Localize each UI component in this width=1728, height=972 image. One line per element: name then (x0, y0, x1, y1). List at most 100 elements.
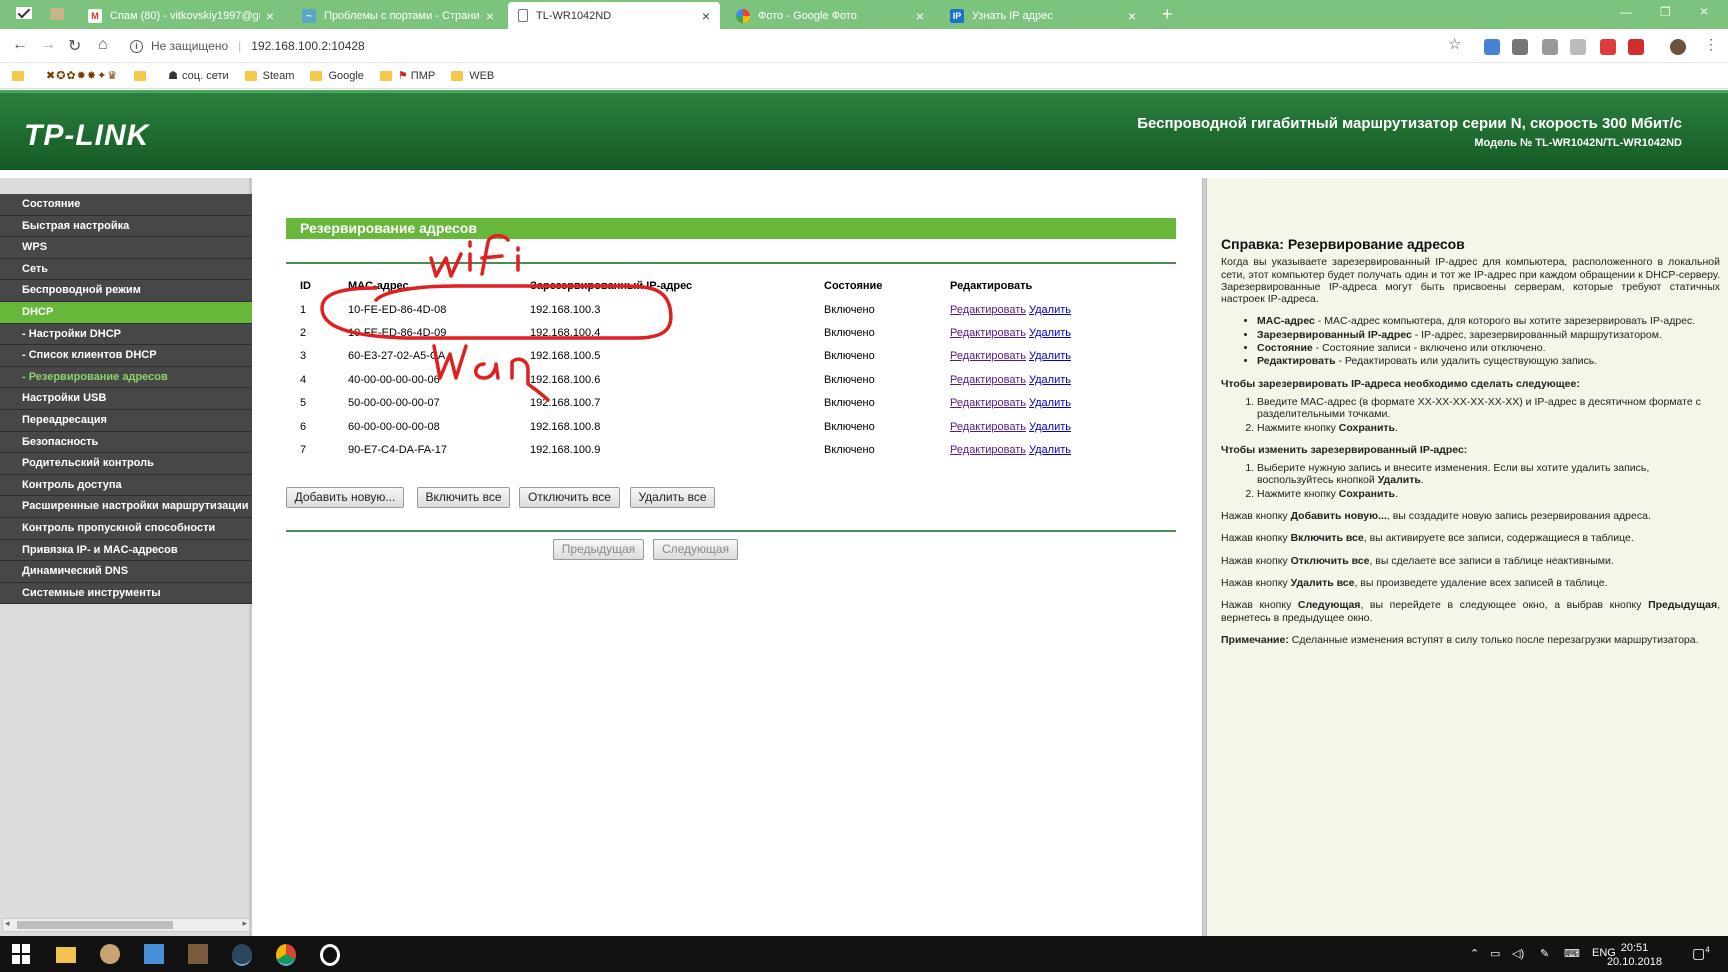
close-icon[interactable]: × (702, 8, 710, 24)
steam-icon[interactable] (232, 944, 252, 966)
reload-icon[interactable]: ↻ (68, 36, 81, 56)
bookmark-item[interactable]: ☗ соц. сети (168, 69, 228, 83)
minimize-icon[interactable]: — (1620, 5, 1632, 19)
tab-forum[interactable]: ~ Проблемы с портами - Страни × (292, 3, 504, 29)
app-shortcut-icon[interactable] (50, 8, 64, 20)
row-state: Включено (824, 327, 875, 340)
media-icon[interactable] (320, 944, 340, 966)
edit-link[interactable]: Редактировать (950, 444, 1026, 456)
url-text[interactable]: 192.168.100.2:10428 (251, 39, 364, 53)
keyboard-icon[interactable]: ⌨ (1564, 947, 1580, 960)
tab-gmail[interactable]: M Спам (80) - vitkovskiy1997@gm × (78, 3, 284, 29)
delete-link[interactable]: Удалить (1029, 421, 1071, 433)
game-icon[interactable] (188, 944, 208, 964)
scroll-left-icon[interactable]: ◂ (5, 918, 10, 929)
bookmark-item[interactable]: WEB (451, 70, 494, 82)
clock[interactable]: 20:51 20.10.2018 (1607, 941, 1662, 969)
close-icon[interactable]: × (266, 8, 274, 24)
avatar[interactable] (1670, 39, 1686, 55)
scroll-right-icon[interactable]: ▸ (242, 918, 247, 929)
bookmark-folder[interactable] (12, 70, 30, 81)
sidebar-item[interactable]: Быстрая настройка (0, 215, 252, 238)
address-bar[interactable]: i Не защищено | 192.168.100.2:10428 (130, 35, 1470, 57)
home-icon[interactable]: ⌂ (98, 36, 108, 54)
sidebar-item[interactable]: Контроль пропускной способности (0, 517, 252, 540)
pen-icon[interactable]: ✎ (1540, 947, 1549, 960)
next-button[interactable]: Следующая (653, 539, 738, 560)
pocket-extension-icon[interactable] (1600, 39, 1616, 55)
new-tab-icon[interactable]: + (1162, 4, 1173, 25)
sidebar-item[interactable]: Переадресация (0, 409, 252, 432)
close-icon[interactable]: × (486, 8, 494, 24)
restore-icon[interactable]: ❐ (1660, 5, 1671, 19)
sidebar-item[interactable]: Состояние (0, 194, 252, 216)
sidebar-item[interactable]: Сеть (0, 258, 252, 281)
sidebar-item[interactable]: Системные инструменты (0, 582, 252, 605)
sidebar-item[interactable]: DHCP (0, 301, 252, 324)
chrome-icon[interactable] (276, 944, 296, 966)
close-icon[interactable]: × (1128, 8, 1136, 24)
delete-link[interactable]: Удалить (1029, 444, 1071, 456)
sidebar-item[interactable]: Настройки USB (0, 388, 252, 410)
edit-link[interactable]: Редактировать (950, 327, 1026, 339)
info-icon[interactable]: i (130, 39, 143, 53)
bookmark-item[interactable]: Steam (244, 70, 294, 82)
edit-link[interactable]: Редактировать (950, 421, 1026, 433)
menu-kebab-icon[interactable]: ⋮ (1704, 36, 1718, 53)
tray-chevron-icon[interactable]: ⌃ (1470, 947, 1479, 960)
sidebar-item[interactable]: Беспроводной режим (0, 280, 252, 302)
edit-link[interactable]: Редактировать (950, 304, 1026, 316)
store-icon[interactable] (144, 944, 164, 964)
delete-link[interactable]: Удалить (1029, 397, 1071, 409)
edit-link[interactable]: Редактировать (950, 350, 1026, 362)
add-new-button[interactable]: Добавить новую... (286, 487, 404, 508)
notification-icon[interactable]: ▢4 (1692, 945, 1710, 962)
pdf-extension-icon[interactable] (1628, 39, 1644, 55)
bookmark-icons-group[interactable]: ✖✪✿✹✸✦♛ (46, 69, 118, 82)
sidebar-item[interactable]: WPS (0, 237, 252, 259)
bookmark-item[interactable]: Google (310, 70, 364, 82)
translate-extension-icon[interactable] (1484, 39, 1500, 55)
sidebar-item[interactable]: Расширенные настройки маршрутизации (0, 496, 252, 518)
delete-link[interactable]: Удалить (1029, 374, 1071, 386)
disable-all-button[interactable]: Отключить все (519, 487, 620, 508)
close-icon[interactable]: × (916, 8, 924, 24)
delete-link[interactable]: Удалить (1029, 350, 1071, 362)
sidebar-item[interactable]: - Резервирование адресов (0, 366, 252, 389)
enable-all-button[interactable]: Включить все (417, 487, 510, 508)
sidebar-item[interactable]: Контроль доступа (0, 474, 252, 497)
edit-link[interactable]: Редактировать (950, 397, 1026, 409)
back-icon[interactable]: ← (12, 36, 28, 54)
delete-link[interactable]: Удалить (1029, 327, 1071, 339)
extension-icon[interactable] (1512, 39, 1528, 55)
sidebar-item[interactable]: Привязка IP- и MAC-адресов (0, 539, 252, 562)
sidebar-item[interactable]: Родительский контроль (0, 453, 252, 475)
tab-router[interactable]: TL-WR1042ND × (508, 2, 720, 29)
column-header-id: ID (300, 280, 311, 292)
sidebar-item[interactable]: - Настройки DHCP (0, 323, 252, 346)
link-extension-icon[interactable] (1570, 39, 1586, 55)
bookmark-star-icon[interactable]: ☆ (1448, 35, 1461, 53)
file-explorer-icon[interactable] (56, 947, 76, 963)
gmail-icon[interactable] (16, 5, 32, 19)
close-window-icon[interactable]: × (1700, 3, 1708, 19)
bookmark-item[interactable]: ⚑ ПМР (379, 69, 435, 82)
edit-link[interactable]: Редактировать (950, 374, 1026, 386)
sidebar-item[interactable]: Безопасность (0, 431, 252, 454)
volume-icon[interactable]: ◁) (1512, 947, 1524, 960)
app-icon[interactable] (100, 944, 120, 964)
bookmark-item[interactable] (134, 70, 152, 81)
horizontal-scrollbar[interactable]: ◂ ▸ (2, 918, 250, 932)
previous-button[interactable]: Предыдущая (553, 539, 644, 560)
tab-google-photos[interactable]: Фото - Google Фото × (726, 3, 934, 29)
scrollbar-thumb[interactable] (17, 921, 173, 929)
tab-ip-site[interactable]: IP Узнать IP адрес × (940, 3, 1146, 29)
network-icon[interactable]: ▭ (1490, 947, 1500, 960)
sidebar-item[interactable]: Динамический DNS (0, 561, 252, 583)
windows-start-icon[interactable] (12, 944, 32, 964)
stack-extension-icon[interactable] (1542, 39, 1558, 55)
delete-all-button[interactable]: Удалить все (630, 487, 715, 508)
forward-icon[interactable]: → (40, 36, 56, 54)
sidebar-item[interactable]: - Список клиентов DHCP (0, 345, 252, 367)
delete-link[interactable]: Удалить (1029, 304, 1071, 316)
